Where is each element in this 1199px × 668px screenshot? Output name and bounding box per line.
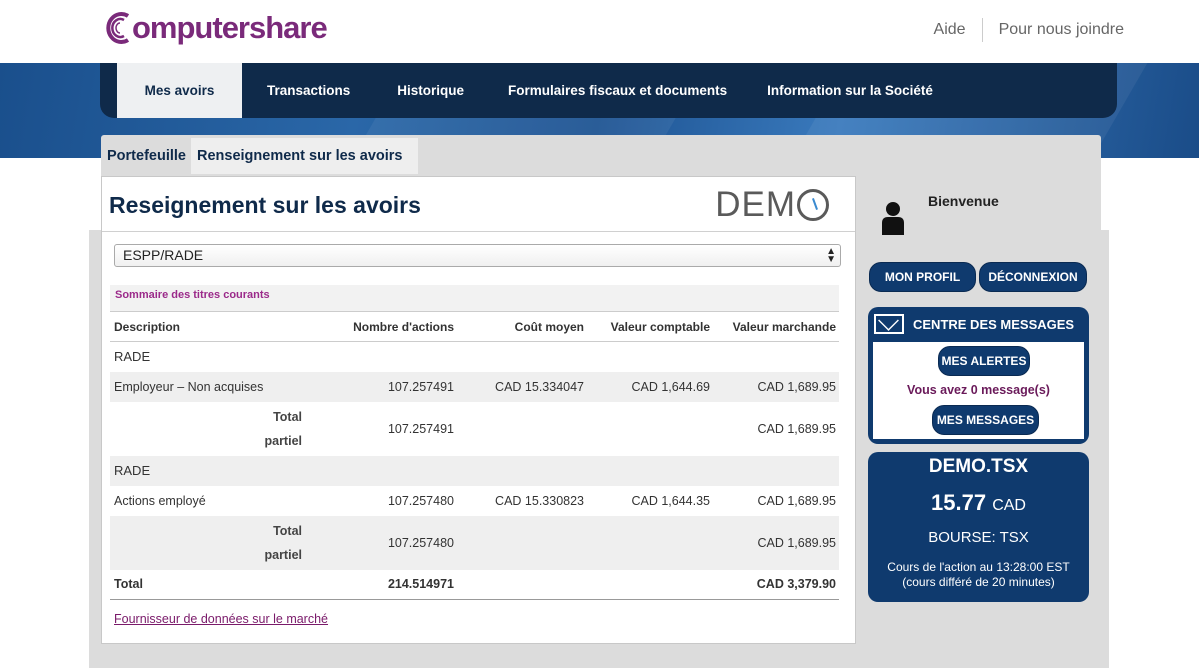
row-book-value: CAD 1,644.35 [631,493,710,508]
page-title: Reseignement sur les avoirs [109,192,421,218]
quote-symbol: DEMO.TSX [928,456,1029,477]
main-nav: Mes avoirs Transactions Historique Formu… [100,63,1117,118]
quote-price-line: 15.77 CAD [868,490,1089,516]
demo-clock-icon [797,189,829,221]
subtotal-label-line1: Total [273,409,302,424]
row-avg-cost: CAD 15.334047 [457,371,587,402]
subtotal-label: Total partiel [110,402,310,456]
tab-renseignement[interactable]: Renseignement sur les avoirs [191,138,418,174]
tab-portefeuille[interactable]: Portefeuille [101,138,192,174]
user-icon [882,202,904,235]
subtotal-market-value: CAD 1,689.95 [757,421,836,436]
total-shares: 214.514971 [310,569,457,600]
envelope-icon [874,314,904,334]
total-row: Total 214.514971 CAD 3,379.90 [110,569,839,600]
alerts-button[interactable]: MES ALERTES [938,346,1030,376]
holdings-panel: Reseignement sur les avoirs DEM ESPP/RAD… [101,176,856,644]
holdings-table: Description Nombre d'actions Coût moyen … [110,311,839,600]
logout-button[interactable]: DÉCONNEXION [979,262,1087,292]
plan-select[interactable]: ESPP/RADE ▲ ▼ [114,244,841,267]
quote-time-line2: (cours différé de 20 minutes) [902,575,1055,589]
subtotal-label-line2: partiel [264,547,302,562]
col-book-value: Valeur comptable [587,311,713,342]
help-link[interactable]: Aide [934,21,966,39]
total-market-value: CAD 3,379.90 [713,569,839,600]
subtotal-row: Total partiel 107.257480 CAD 1,689.95 [110,515,839,570]
market-data-vendor-link[interactable]: Fournisseur de données sur le marché [114,612,328,626]
subtotal-row: Total partiel 107.257491 CAD 1,689.95 [110,402,839,456]
quote-timestamp: Cours de l'action au 13:28:00 EST (cours… [868,560,1089,590]
quote-time-line1: Cours de l'action au 13:28:00 EST [887,560,1070,574]
welcome-text: Bienvenue [928,193,999,209]
col-avg-cost: Coût moyen [457,311,587,342]
subtotal-empty [587,402,713,456]
group-name: RADE [114,349,151,365]
nav-mes-avoirs[interactable]: Mes avoirs [117,63,242,118]
row-description: Employeur – Non acquises [110,371,310,402]
computershare-logo[interactable]: omputershare [104,10,328,46]
logo-text: omputershare [132,10,328,45]
row-market-value: CAD 1,689.95 [757,493,836,508]
nav-information[interactable]: Information sur la Société [747,63,953,118]
row-avg-cost: CAD 15.330823 [495,493,584,508]
row-shares: 107.257480 [387,493,454,508]
group-row: RADE [110,342,839,372]
total-empty [587,569,713,600]
row-market-value: CAD 1,689.95 [713,371,839,402]
quote-exchange: BOURSE: TSX [928,529,1029,546]
top-links: Aide Pour nous joindre [934,18,1124,42]
subtotal-empty [457,515,587,570]
message-center-body: MES ALERTES Vous avez 0 message(s) MES M… [873,342,1084,439]
row-book-value: CAD 1,644.69 [587,371,713,402]
subtotal-label: Total partiel [110,515,310,570]
subtotal-empty [457,402,587,456]
nav-historique[interactable]: Historique [370,63,484,118]
group-row: RADE [110,455,839,486]
quote-currency: CAD [992,497,1026,514]
total-label: Total [110,569,310,600]
subtotal-label-line1: Total [273,523,302,538]
computershare-c-icon [106,12,130,44]
subtotal-empty [587,515,713,570]
row-description: Actions employé [114,493,206,508]
table-row: Employeur – Non acquises 107.257491 CAD … [110,371,839,402]
select-arrows-icon: ▲ ▼ [826,246,836,265]
group-name: RADE [110,455,839,486]
subtotal-market-value: CAD 1,689.95 [713,515,839,570]
contact-link[interactable]: Pour nous joindre [999,21,1124,39]
quote-price: 15.77 [931,490,987,515]
summary-heading: Sommaire des titres courants [110,285,839,311]
message-count: Vous avez 0 message(s) [907,383,1050,397]
table-row: Actions employé 107.257480 CAD 15.330823… [110,486,839,516]
title-divider [102,231,855,232]
subtotal-shares: 107.257480 [310,515,457,570]
stock-quote-widget: DEMO.TSX 15.77 CAD BOURSE: TSX Cours de … [868,452,1089,602]
subtotal-label-line2: partiel [264,433,302,448]
demo-logo: DEM [715,185,829,225]
subtotal-shares: 107.257491 [387,421,454,436]
link-divider [981,18,983,42]
table-header-row: Description Nombre d'actions Coût moyen … [110,311,839,342]
top-header: omputershare Aide Pour nous joindre [0,0,1199,63]
row-shares: 107.257491 [310,371,457,402]
col-description: Description [110,311,310,342]
col-shares: Nombre d'actions [310,311,457,342]
total-empty [457,569,587,600]
nav-transactions[interactable]: Transactions [242,63,370,118]
message-center: CENTRE DES MESSAGES MES ALERTES Vous ave… [868,307,1089,444]
message-center-title: CENTRE DES MESSAGES [913,317,1075,332]
col-market-value: Valeur marchande [713,311,839,342]
profile-button[interactable]: MON PROFIL [869,262,976,292]
plan-select-value: ESPP/RADE [123,247,204,263]
demo-logo-text: DEM [715,185,796,224]
nav-formulaires[interactable]: Formulaires fiscaux et documents [484,63,747,118]
messages-button[interactable]: MES MESSAGES [932,405,1039,435]
